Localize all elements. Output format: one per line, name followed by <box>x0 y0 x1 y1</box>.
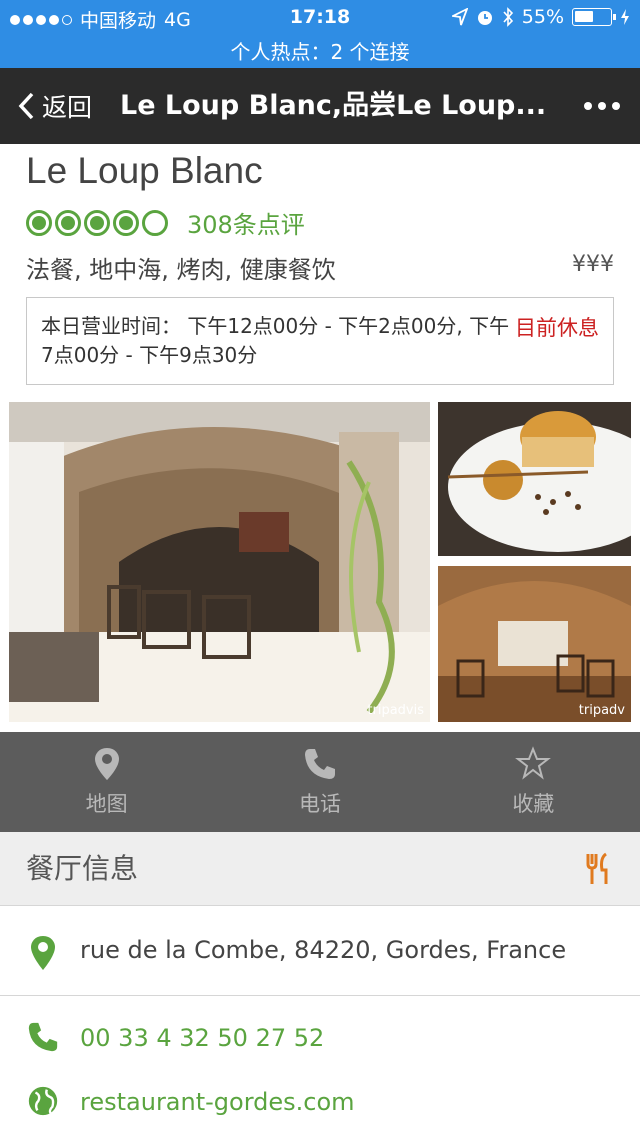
photo-dish[interactable] <box>438 402 631 556</box>
star-icon <box>515 746 552 780</box>
map-button[interactable]: 地图 <box>0 732 213 832</box>
tripadvisor-watermark: tripadv <box>578 703 625 718</box>
section-title: 餐厅信息 <box>26 852 139 885</box>
cuisine-list: 法餐, 地中海, 烤肉, 健康餐饮 <box>26 256 336 284</box>
map-pin-icon <box>94 748 119 780</box>
action-bar: 地图 电话 收藏 <box>0 732 640 832</box>
status-bar: 中国移动 4G 17:18 55% 个人热点：2 个连接 <box>0 0 640 68</box>
opening-hours: 本日营业时间： 下午12点00分 - 下午2点00分, 下午7点00分 - 下午… <box>41 314 510 367</box>
rating-row[interactable]: 308条点评 <box>26 205 305 240</box>
more-dot-icon <box>598 102 606 110</box>
back-label: 返回 <box>42 93 93 122</box>
photo-dining-room[interactable]: tripadv <box>438 566 631 722</box>
price-level: ¥¥¥ <box>572 252 614 277</box>
more-options-button[interactable] <box>584 68 620 144</box>
rating-bubble <box>55 209 81 236</box>
more-dot-icon <box>584 102 592 110</box>
favorite-button[interactable]: 收藏 <box>427 732 640 832</box>
rating-bubble <box>84 209 110 236</box>
map-pin-icon <box>31 936 55 970</box>
rating-bubble <box>142 209 168 236</box>
page-title: Le Loup Blanc,品尝Le Loup... <box>120 90 547 121</box>
phone-icon <box>304 749 335 779</box>
phone-row[interactable]: 00 33 4 32 50 27 52 <box>0 1016 640 1060</box>
charging-icon <box>621 9 629 25</box>
fork-knife-icon <box>586 852 608 884</box>
rating-bubbles <box>26 209 168 236</box>
website-link[interactable]: restaurant-gordes.com <box>80 1088 355 1116</box>
more-dot-icon <box>612 102 620 110</box>
call-label: 电话 <box>298 792 341 816</box>
dining-room-photo-image <box>438 566 631 722</box>
address-text: rue de la Combe, 84220, Gordes, France <box>80 936 567 964</box>
open-status: 目前休息 <box>515 316 599 340</box>
phone-icon <box>28 1022 58 1052</box>
phone-number-link[interactable]: 00 33 4 32 50 27 52 <box>80 1024 324 1052</box>
photo-terrace[interactable]: tripadvis <box>9 402 430 722</box>
website-row[interactable]: restaurant-gordes.com <box>0 1080 640 1124</box>
opening-hours-box: 本日营业时间： 下午12点00分 - 下午2点00分, 下午7点00分 - 下午… <box>26 297 614 385</box>
battery-level <box>575 11 593 22</box>
restaurant-info-header: 餐厅信息 <box>0 832 640 906</box>
chevron-left-icon <box>18 92 34 120</box>
terrace-photo-image <box>9 402 430 722</box>
battery-percent: 55% <box>521 6 564 28</box>
battery-icon <box>572 8 616 26</box>
rating-bubble <box>113 209 139 236</box>
favorite-label: 收藏 <box>512 792 555 816</box>
tripadvisor-watermark: tripadvis <box>367 703 424 718</box>
dish-photo-image <box>438 402 631 556</box>
hotspot-banner[interactable]: 个人热点：2 个连接 <box>0 36 640 65</box>
rating-bubble <box>26 209 52 236</box>
back-button[interactable]: 返回 <box>16 68 92 144</box>
bluetooth-icon <box>503 7 513 27</box>
address-row[interactable]: rue de la Combe, 84220, Gordes, France <box>0 906 640 996</box>
review-count-link[interactable]: 308条点评 <box>187 205 305 240</box>
map-label: 地图 <box>85 792 128 816</box>
globe-icon <box>28 1086 58 1116</box>
navigation-bar: 返回 Le Loup Blanc,品尝Le Loup... <box>0 68 640 144</box>
alarm-icon <box>477 11 492 25</box>
call-button[interactable]: 电话 <box>213 732 426 832</box>
restaurant-name: Le Loup Blanc <box>26 150 263 191</box>
location-icon <box>451 8 468 26</box>
